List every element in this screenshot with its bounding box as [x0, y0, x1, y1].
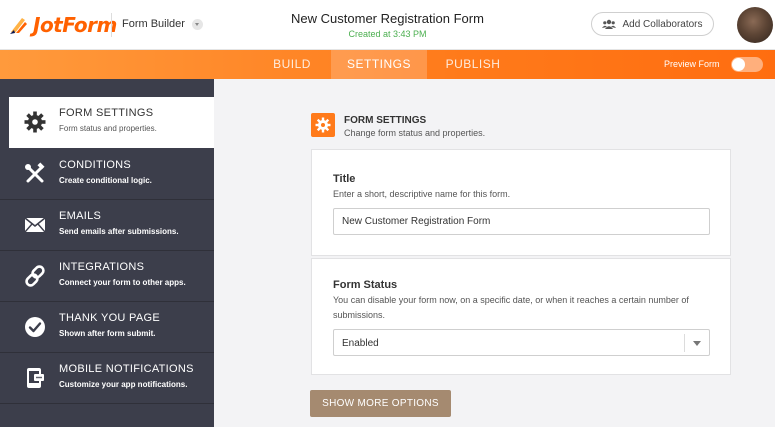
add-collaborators-label: Add Collaborators [622, 18, 703, 30]
builder-nav-bar: BUILD SETTINGS PUBLISH Preview Form [0, 50, 775, 79]
sidebar-item-subtitle: Create conditional logic. [59, 176, 152, 185]
form-builder-label: Form Builder [122, 18, 185, 30]
show-more-options-button[interactable]: SHOW MORE OPTIONS [310, 390, 451, 417]
preview-form-label: Preview Form [664, 59, 720, 69]
chevron-down-icon [693, 341, 701, 346]
sidebar-item-title: THANK YOU PAGE [59, 312, 160, 324]
sidebar-item-title: FORM SETTINGS [59, 107, 154, 119]
sidebar-item-form-settings[interactable]: FORM SETTINGS Form status and properties… [9, 97, 214, 148]
form-title-area: New Customer Registration Form Created a… [230, 11, 545, 39]
chevron-down-icon [191, 18, 203, 30]
tab-settings[interactable]: SETTINGS [331, 50, 427, 79]
gear-icon [24, 111, 46, 133]
title-settings-card: Title Enter a short, descriptive name fo… [311, 149, 731, 256]
form-builder-switcher[interactable]: Form Builder [122, 18, 203, 30]
title-field-description: Enter a short, descriptive name for this… [333, 189, 511, 199]
sidebar-item-subtitle: Customize your app notifications. [59, 380, 188, 389]
sidebar-item-emails[interactable]: EMAILS Send emails after submissions. [0, 200, 214, 251]
header-divider [111, 13, 112, 37]
sidebar-item-title: MOBILE NOTIFICATIONS [59, 363, 194, 375]
title-field-label: Title [333, 173, 356, 185]
sidebar-item-thank-you-page[interactable]: THANK YOU PAGE Shown after form submit. [0, 302, 214, 353]
select-divider [684, 334, 685, 352]
check-circle-icon [25, 317, 45, 337]
envelope-icon [24, 217, 46, 233]
logo-text: JotForm [33, 13, 117, 37]
add-collaborators-button[interactable]: Add Collaborators [591, 12, 714, 36]
section-gear-icon-box [311, 113, 335, 137]
sidebar-item-conditions[interactable]: CONDITIONS Create conditional logic. [0, 149, 214, 200]
sidebar-item-subtitle: Form status and properties. [59, 124, 157, 133]
form-status-selected-value: Enabled [342, 338, 379, 349]
tools-icon [25, 162, 45, 183]
sidebar-item-title: CONDITIONS [59, 159, 132, 171]
section-title: FORM SETTINGS [344, 115, 427, 126]
form-status-description: You can disable your form now, on a spec… [333, 295, 689, 320]
sidebar-item-subtitle: Shown after form submit. [59, 329, 156, 338]
sidebar-item-subtitle: Connect your form to other apps. [59, 278, 186, 287]
tab-publish[interactable]: PUBLISH [436, 50, 510, 79]
sidebar-item-title: EMAILS [59, 210, 102, 222]
form-status-select[interactable]: Enabled [333, 329, 710, 356]
sidebar-item-title: INTEGRATIONS [59, 261, 145, 273]
form-title-input[interactable] [333, 208, 710, 235]
form-status-card: Form Status You can disable your form no… [311, 258, 731, 375]
jotform-logo-icon [10, 18, 27, 34]
avatar[interactable] [737, 7, 773, 43]
jotform-logo[interactable]: JotForm [8, 12, 117, 38]
settings-sidebar: FORM SETTINGS Form status and properties… [0, 79, 214, 427]
created-timestamp: Created at 3:43 PM [348, 29, 427, 39]
sidebar-item-mobile-notifications[interactable]: MOBILE NOTIFICATIONS Customize your app … [0, 353, 214, 404]
mobile-notification-icon [27, 368, 44, 388]
sidebar-item-integrations[interactable]: INTEGRATIONS Connect your form to other … [0, 251, 214, 302]
tab-build[interactable]: BUILD [256, 50, 328, 79]
users-icon [602, 19, 617, 29]
sidebar-item-subtitle: Send emails after submissions. [59, 227, 179, 236]
form-status-label: Form Status [333, 279, 398, 291]
link-icon [25, 265, 45, 287]
toggle-knob [732, 58, 745, 71]
form-title: New Customer Registration Form [291, 11, 484, 26]
gear-icon [315, 117, 331, 133]
top-header: JotForm Form Builder New Customer Regist… [0, 0, 775, 50]
section-subtitle: Change form status and properties. [344, 128, 486, 138]
preview-form-toggle[interactable] [731, 57, 763, 72]
